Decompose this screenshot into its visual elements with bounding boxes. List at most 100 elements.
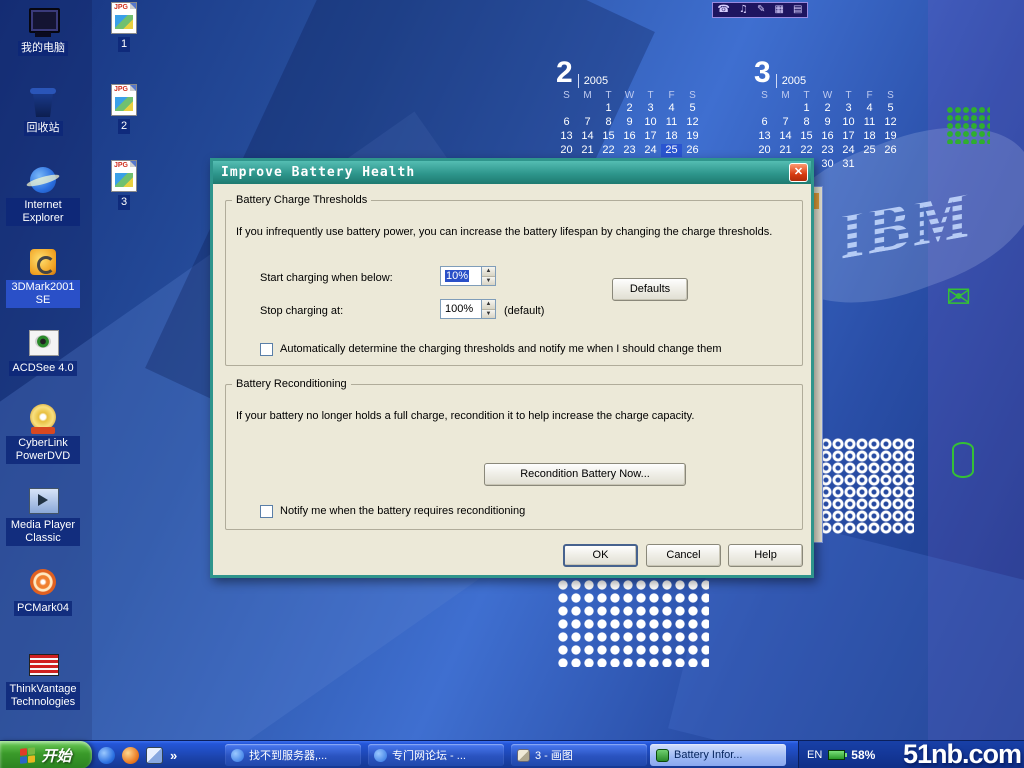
calendar-day: 19	[682, 130, 703, 143]
desktop-icon-jpg-1[interactable]: JPG 1	[96, 2, 152, 52]
cancel-button[interactable]: Cancel	[646, 544, 721, 567]
jpg-file-icon: JPG	[111, 84, 137, 116]
language-indicator[interactable]: EN	[807, 749, 822, 761]
calendar-day: 3	[640, 102, 661, 115]
desktop-icon-jpg-2[interactable]: JPG 2	[96, 84, 152, 134]
icon-label: 我的电脑	[18, 41, 68, 56]
calendar-day: 13	[754, 130, 775, 143]
calendar-day	[775, 102, 796, 115]
quicklaunch-show-desktop-icon[interactable]	[146, 747, 163, 764]
task-label: 专门网论坛 - ...	[392, 747, 466, 763]
icon-label: 3	[118, 195, 130, 210]
taskbar-task-battery-information[interactable]: Battery Infor...	[650, 744, 786, 766]
internet-explorer-icon	[25, 164, 61, 196]
spinner-arrows: ▲ ▼	[481, 300, 495, 318]
notify-reconditioning-label: Notify me when the battery requires reco…	[280, 504, 525, 519]
calendar-month: 3	[754, 58, 771, 88]
desktop-icon-media-player-classic[interactable]: Media Player Classic	[6, 484, 80, 546]
calendar-year: 2005	[776, 74, 806, 88]
help-button[interactable]: Help	[728, 544, 803, 567]
quicklaunch-overflow-chevron[interactable]: »	[170, 748, 177, 763]
desktop: IBM ✉ ☎ ♫ ✎ ▦ ▤ 2 2005 SMTWTFS1234567891…	[0, 0, 1024, 768]
calendar-day: 25	[661, 144, 682, 157]
start-threshold-value-text: 10%	[445, 270, 469, 282]
speaker-icon[interactable]: ♫	[739, 3, 748, 17]
taskbar-task-server-not-found[interactable]: 找不到服务器,...	[225, 744, 361, 766]
notepad-icon[interactable]: ▤	[793, 3, 802, 17]
battery-percentage: 58%	[851, 748, 875, 762]
spin-up-icon[interactable]: ▲	[482, 267, 495, 277]
wallpaper-calendar-february: 2 2005 SMTWTFS12345678910111213141516171…	[556, 56, 716, 171]
calendar-day: 31	[838, 158, 859, 171]
desktop-icon-powerdvd[interactable]: CyberLink PowerDVD	[6, 402, 80, 464]
pcmark-icon	[25, 566, 61, 598]
defaults-button[interactable]: Defaults	[612, 278, 688, 301]
calendar-day: 23	[817, 144, 838, 157]
jpg-badge: JPG	[114, 162, 128, 169]
icon-label: PCMark04	[14, 601, 72, 616]
desktop-icon-recycle-bin[interactable]: 回收站	[6, 86, 80, 136]
desktop-icon-jpg-3[interactable]: JPG 3	[96, 160, 152, 210]
calendar-day: 21	[577, 144, 598, 157]
calendar-day: 20	[556, 144, 577, 157]
quicklaunch-ie-icon[interactable]	[98, 747, 115, 764]
calendar-day: 7	[577, 116, 598, 129]
stop-threshold-value-text: 100%	[445, 303, 473, 315]
start-button[interactable]: 开始	[0, 741, 92, 768]
recondition-battery-button[interactable]: Recondition Battery Now...	[484, 463, 686, 486]
icon-label: ACDSee 4.0	[9, 361, 76, 376]
calendar-day: 3	[838, 102, 859, 115]
calendar-day	[880, 158, 901, 171]
wallpaper-calendar-march: 3 2005 SMTWTFS12345678910111213141516171…	[754, 56, 914, 171]
calendar-day: 5	[880, 102, 901, 115]
keyboard-icon[interactable]: ▦	[774, 3, 783, 17]
pen-icon[interactable]: ✎	[757, 3, 765, 17]
calendar-day: 17	[640, 130, 661, 143]
quicklaunch-media-icon[interactable]	[122, 747, 139, 764]
system-tray: EN 58% 51nb.com	[798, 741, 1024, 768]
calendar-day: 12	[682, 116, 703, 129]
calendar-day-header: W	[619, 90, 640, 101]
desktop-icon-acdsee[interactable]: ACDSee 4.0	[6, 326, 80, 376]
stop-threshold-value: 100%	[441, 300, 481, 318]
ie-page-icon	[374, 749, 387, 762]
notify-reconditioning-checkbox[interactable]	[260, 505, 273, 518]
taskbar: 开始 » 找不到服务器,... 专门网论坛 - ... 3 - 画图 Batte…	[0, 740, 1024, 768]
wallpaper-dot-grid	[557, 579, 709, 667]
calendar-day: 18	[661, 130, 682, 143]
ime-language-bar[interactable]: ☎ ♫ ✎ ▦ ▤	[712, 2, 808, 18]
calendar-day-header: T	[796, 90, 817, 101]
calendar-day: 9	[619, 116, 640, 129]
dialog-titlebar[interactable]: Improve Battery Health ✕	[213, 161, 811, 184]
desktop-icon-my-computer[interactable]: 我的电脑	[6, 6, 80, 56]
spin-down-icon[interactable]: ▼	[482, 310, 495, 319]
desktop-icon-thinkvantage[interactable]: ThinkVantage Technologies	[6, 648, 80, 710]
spin-down-icon[interactable]: ▼	[482, 277, 495, 286]
tray-battery-icon[interactable]	[828, 750, 845, 760]
jpg-file-icon: JPG	[111, 160, 137, 192]
desktop-icon-pcmark04[interactable]: PCMark04	[6, 566, 80, 616]
calendar-day: 16	[619, 130, 640, 143]
group-title: Battery Reconditioning	[232, 378, 351, 390]
start-threshold-spinner[interactable]: 10% ▲ ▼	[440, 266, 496, 286]
desktop-icon-3dmark2001[interactable]: 3DMark2001 SE	[6, 246, 80, 308]
calendar-day-header: S	[682, 90, 703, 101]
ok-button[interactable]: OK	[563, 544, 638, 567]
taskbar-task-paint[interactable]: 3 - 画图	[511, 744, 647, 766]
jpg-badge: JPG	[114, 4, 128, 11]
taskbar-task-forum[interactable]: 专门网论坛 - ...	[368, 744, 504, 766]
calendar-header: 3 2005	[754, 56, 914, 88]
wallpaper-green-grid	[946, 106, 990, 144]
phone-icon[interactable]: ☎	[718, 3, 730, 17]
calendar-day: 12	[880, 116, 901, 129]
icon-label: CyberLink PowerDVD	[6, 436, 80, 464]
auto-determine-checkbox[interactable]	[260, 343, 273, 356]
calendar-day: 7	[775, 116, 796, 129]
calendar-day: 24	[640, 144, 661, 157]
stop-threshold-spinner[interactable]: 100% ▲ ▼	[440, 299, 496, 319]
desktop-icon-internet-explorer[interactable]: Internet Explorer	[6, 164, 80, 226]
close-button[interactable]: ✕	[789, 163, 808, 182]
calendar-day: 11	[661, 116, 682, 129]
battery-reconditioning-group: Battery Reconditioning If your battery n…	[225, 378, 803, 530]
spin-up-icon[interactable]: ▲	[482, 300, 495, 310]
